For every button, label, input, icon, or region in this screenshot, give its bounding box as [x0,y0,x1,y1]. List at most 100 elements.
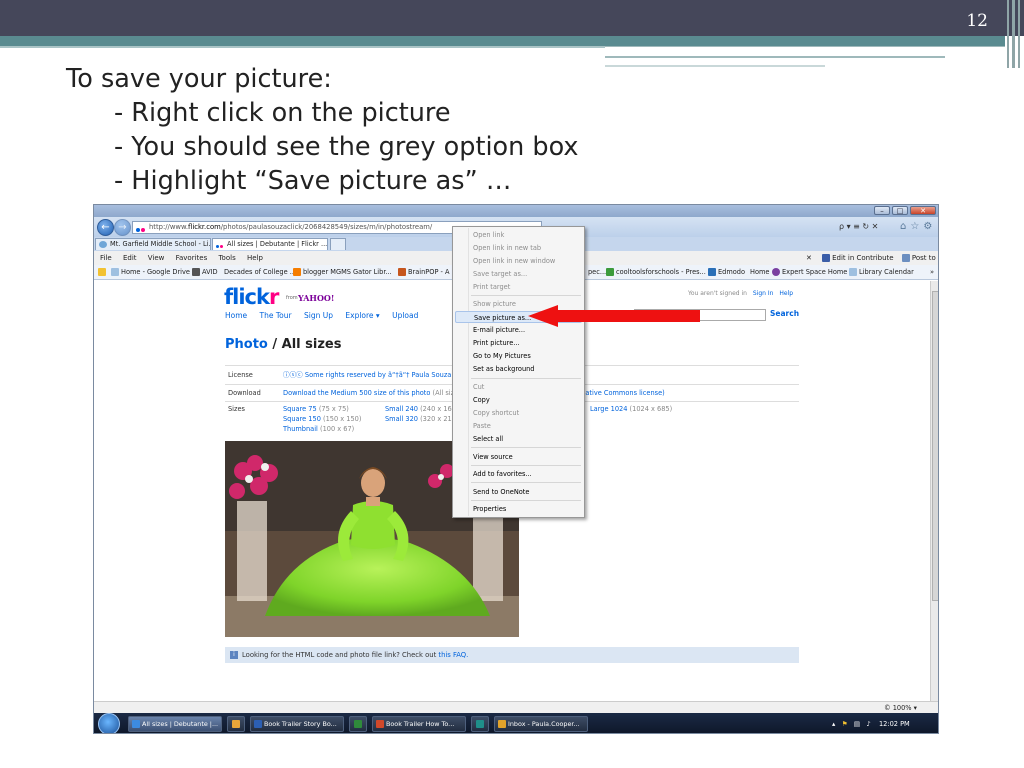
close-toolbar-icon[interactable]: ✕ [806,254,812,262]
nav-explore[interactable]: Explore ▾ [345,311,379,320]
nav-home[interactable]: Home [225,311,247,320]
help-link[interactable]: Help [779,290,793,297]
minimize-button[interactable]: – [874,206,890,215]
window-title-bar: – □ ✕ [94,205,938,217]
forward-button[interactable]: → [114,219,131,236]
photo-link[interactable]: Photo [225,337,268,352]
taskbar-item-ppt-howto[interactable]: Book Trailer How To... [372,716,466,732]
fav-edmodo[interactable]: Edmodo [708,265,745,280]
fav-spec[interactable]: pec... [588,265,606,280]
menu-view[interactable]: View [148,254,165,262]
address-domain: flickr.com [188,223,221,231]
ctx-cut[interactable]: Cut [455,381,582,393]
info-icon: i [230,651,238,659]
expert-space-icon [772,268,780,276]
ctx-paste[interactable]: Paste [455,420,582,432]
address-path: /photos/paulasouzaclick/2068428549/sizes… [220,223,433,231]
favorites-more-chevron[interactable]: » [930,265,934,280]
new-tab-button[interactable] [330,238,346,250]
ctx-copy-shortcut[interactable]: Copy shortcut [455,407,582,419]
back-button[interactable]: ← [97,219,114,236]
globe-icon [99,241,107,248]
tab-label: Mt. Garfield Middle School - Li... [110,240,211,248]
yahoo-logo: YAHOO! [298,293,335,303]
close-window-button[interactable]: ✕ [910,206,936,215]
powerpoint-icon [376,720,384,728]
page-scrollbar[interactable] [930,281,938,701]
menu-help[interactable]: Help [247,254,263,262]
nav-upload[interactable]: Upload [392,311,418,320]
home-favorites-settings-icons[interactable]: ⌂☆⚙ [900,221,936,232]
ctx-send-to-onenote[interactable]: Send to OneNote [455,486,582,498]
ctx-open-link-new-tab[interactable]: Open link in new tab [455,242,582,254]
flickr-favicon [136,225,146,232]
clock[interactable]: 12:02 PM [879,720,910,728]
taskbar-item-ie[interactable]: All sizes | Debutante |... [128,716,222,732]
taskbar-item-word-story[interactable]: Book Trailer Story Bo... [250,716,344,732]
taskbar-item-publisher[interactable] [471,716,489,732]
fav-google-drive[interactable]: Home - Google Drive [111,265,190,280]
tray-chevron-icon[interactable]: ▴ [832,720,835,728]
word-icon [254,720,262,728]
network-icon[interactable]: ▤ [854,720,860,728]
ctx-print-picture[interactable]: Print picture... [455,337,582,349]
ctx-select-all[interactable]: Select all [455,433,582,445]
fav-avid[interactable]: AVID [192,265,218,280]
nav-sign-up[interactable]: Sign Up [304,311,333,320]
menu-file[interactable]: File [100,254,112,262]
ctx-save-target-as[interactable]: Save target as... [455,268,582,280]
sign-in-link[interactable]: Sign In [753,290,774,297]
faq-info-bar: i Looking for the HTML code and photo fi… [225,647,799,663]
size-small-320[interactable]: Small 320 (320 x 214) [385,413,459,426]
ctx-properties[interactable]: Properties [455,503,582,515]
edit-in-contribute-button[interactable]: Edit in Contribute [832,254,894,262]
nav-the-tour[interactable]: The Tour [260,311,292,320]
menu-edit[interactable]: Edit [123,254,137,262]
license-link[interactable]: ⓘⓢⓒ Some rights reserved by ã“†ã“† Paula… [283,369,451,382]
fav-home[interactable]: Home [750,265,769,280]
tray-flag-icon[interactable]: ⚑ [842,720,848,728]
blogger-icon [293,268,301,276]
menu-tools[interactable]: Tools [218,254,235,262]
slide-header-rule-right [605,46,1005,68]
size-large-1024[interactable]: Large 1024 (1024 x 685) [590,403,672,416]
system-tray: ▴ ⚑ ▤ ♪ 12:02 PM [832,713,910,733]
fav-brainpop[interactable]: BrainPOP - A [398,265,450,280]
address-tools[interactable]: ρ ▾ ≡ ↻ ✕ [839,222,878,231]
post-to-blog-button[interactable]: Post to Blo [912,254,938,262]
size-thumbnail[interactable]: Thumbnail (100 x 67) [283,423,354,436]
flickr-from-label: from [286,295,298,301]
taskbar-item-media[interactable] [227,716,245,732]
ctx-set-as-background[interactable]: Set as background [455,363,582,375]
ctx-copy[interactable]: Copy [455,394,582,406]
slide-header-rule-left [0,46,605,48]
fav-library-calendar[interactable]: Library Calendar [849,265,914,280]
scrollbar-thumb[interactable] [932,291,938,601]
taskbar-item-outlook[interactable]: Inbox - Paula.Cooper... [494,716,588,732]
taskbar-item-excel[interactable] [349,716,367,732]
ctx-print-target[interactable]: Print target [455,281,582,293]
fav-blogger-mgms[interactable]: blogger MGMS Gator Libr... [293,265,392,280]
ctx-view-source[interactable]: View source [455,451,582,463]
menu-favorites[interactable]: Favorites [176,254,208,262]
faq-link[interactable]: this FAQ. [438,651,468,659]
ctx-go-to-my-pictures[interactable]: Go to My Pictures [455,350,582,362]
tab-mt-garfield[interactable]: Mt. Garfield Middle School - Li... [95,238,211,250]
flickr-logo[interactable]: flickr [224,285,279,309]
ctx-open-link-new-window[interactable]: Open link in new window [455,255,582,267]
fav-decades-of-college[interactable]: Decades of College ... [224,265,296,280]
fav-expert-space[interactable]: Expert Space Home [772,265,847,280]
search-button[interactable]: Search [770,309,799,318]
menu-bar-right: ✕ Edit in Contribute Post to Blo [806,251,938,265]
brainpop-icon [398,268,406,276]
fav-cooltools[interactable]: cooltoolsforschools - Pres... [606,265,706,280]
start-button[interactable] [98,713,120,733]
ctx-open-link[interactable]: Open link [455,229,582,241]
tab-flickr-all-sizes[interactable]: All sizes | Debutante | Flickr ... ✕ [212,238,328,250]
volume-icon[interactable]: ♪ [866,720,870,728]
ctx-add-to-favorites[interactable]: Add to favorites... [455,468,582,480]
favorites-star-icon[interactable] [98,265,108,280]
maximize-button[interactable]: □ [892,206,908,215]
download-link[interactable]: Download the Medium 500 size of this pho… [283,387,462,400]
slide: 12 To save your picture: - Right click o… [0,0,1024,768]
